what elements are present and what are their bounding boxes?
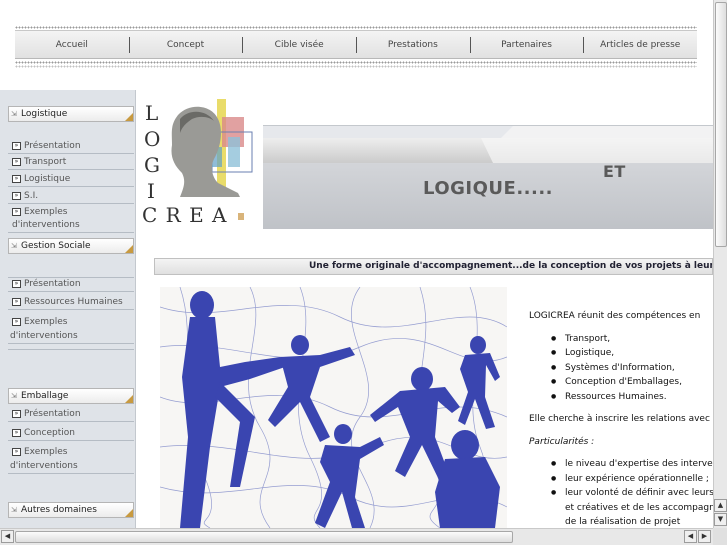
- nav-cible-visee[interactable]: Cible visée: [242, 31, 356, 58]
- arrow-box-icon: »: [12, 317, 21, 326]
- top-navigation: Accueil Concept Cible visée Prestations …: [15, 30, 697, 59]
- sidebar-item-emb-exemples-cont[interactable]: d'interventions: [8, 460, 134, 474]
- nav-concept[interactable]: Concept: [128, 31, 243, 58]
- arrow-box-icon: »: [12, 297, 21, 306]
- header-banner: LOGIQUE..... ET: [263, 125, 713, 229]
- sidebar-item-conception[interactable]: » Conception: [8, 427, 134, 441]
- particularites-label: Particularités :: [529, 436, 595, 447]
- sidebar-item-emb-exemples[interactable]: » Exemples: [8, 446, 134, 459]
- section-gestion-sociale[interactable]: Gestion Sociale: [8, 238, 134, 254]
- main-text: LOGICREA réunit des compétences en Trans…: [529, 309, 713, 528]
- arrow-box-icon: »: [12, 447, 21, 456]
- sidebar-divider: [8, 349, 134, 350]
- nav-prestations[interactable]: Prestations: [356, 31, 470, 58]
- continuation-line: de la réalisation de projet: [565, 517, 681, 527]
- vertical-scroll-thumb[interactable]: [715, 2, 727, 247]
- scroll-down-arrow-icon[interactable]: ▼: [714, 513, 727, 526]
- sidebar-item-si[interactable]: » S.I.: [8, 190, 134, 204]
- logicrea-logo[interactable]: L O G I C R E A: [140, 97, 262, 230]
- bottom-dotted-rule-2: [15, 65, 697, 68]
- relation-text: Elle cherche à inscrire les relations av…: [529, 414, 713, 424]
- arrow-box-icon: »: [12, 428, 21, 437]
- arrow-box-icon: »: [12, 279, 21, 288]
- arrow-box-icon: »: [12, 191, 21, 200]
- arrow-box-icon: »: [12, 207, 21, 216]
- scroll-left-arrow-icon-2[interactable]: ◀: [684, 530, 697, 543]
- intro-text: LOGICREA réunit des compétences en: [529, 311, 701, 321]
- competences-list: Transport, Logistique, Systèmes d'Inform…: [529, 332, 713, 405]
- scroll-left-arrow-icon[interactable]: ◀: [1, 530, 14, 543]
- sidebar-item-gs-exemples[interactable]: » Exemples: [8, 316, 134, 329]
- arrow-box-icon: »: [12, 157, 21, 166]
- arrow-box-icon: »: [12, 141, 21, 150]
- arrow-box-icon: »: [12, 409, 21, 418]
- horizontal-scrollbar[interactable]: ◀ ◀ ▶: [0, 528, 713, 545]
- list-item: Conception d'Emballages,: [529, 375, 713, 390]
- arrow-box-icon: »: [12, 174, 21, 183]
- bottom-dotted-rule: [15, 61, 697, 64]
- vertical-scrollbar[interactable]: ▲ ▼: [713, 0, 727, 528]
- scroll-right-arrow-icon[interactable]: ▶: [698, 530, 711, 543]
- sidebar-item-emb-presentation[interactable]: » Présentation: [8, 408, 134, 422]
- sidebar-item-gs-presentation[interactable]: » Présentation: [8, 277, 134, 292]
- list-item: Ressources Humaines.: [529, 390, 713, 405]
- continuation-line: et créatives et de les accompagne: [565, 502, 713, 513]
- sidebar-item-transport[interactable]: » Transport: [8, 156, 134, 170]
- section-emballage[interactable]: Emballage: [8, 388, 134, 404]
- sidebar-item-logistique-presentation[interactable]: » Présentation: [8, 140, 134, 154]
- section-autres-domaines[interactable]: Autres domaines: [8, 502, 134, 518]
- list-item: leur expérience opérationnelle ;: [529, 472, 713, 487]
- scrollbar-corner: [713, 528, 727, 545]
- tagline-bar: Une forme originale d'accompagnement...d…: [154, 258, 713, 275]
- nav-articles-de-presse[interactable]: Articles de presse: [583, 31, 697, 58]
- particularites-list: le niveau d'expertise des interven leur …: [529, 457, 713, 501]
- list-item: Logistique,: [529, 346, 713, 361]
- nav-accueil[interactable]: Accueil: [15, 31, 129, 58]
- horizontal-scroll-thumb[interactable]: [15, 531, 513, 543]
- sidebar-item-exemples-logistique[interactable]: » Exemples d'interventions: [8, 206, 134, 233]
- list-item: le niveau d'expertise des interven: [529, 457, 713, 472]
- list-item: Systèmes d'Information,: [529, 361, 713, 376]
- sidebar-item-ressources-humaines[interactable]: » Ressources Humaines: [8, 296, 134, 310]
- painting-dancers-image: [160, 287, 507, 528]
- sidebar-item-gs-exemples-cont[interactable]: d'interventions: [8, 330, 134, 344]
- section-logistique[interactable]: Logistique: [8, 106, 134, 122]
- dancers-figure-icon: [160, 287, 507, 528]
- scroll-up-arrow-icon[interactable]: ▲: [714, 499, 727, 512]
- list-item: leur volonté de définir avec leurs c: [529, 486, 713, 501]
- top-dotted-rule: [15, 26, 697, 29]
- sidebar-item-logistique[interactable]: » Logistique: [8, 173, 134, 187]
- browser-viewport: Accueil Concept Cible visée Prestations …: [0, 0, 713, 528]
- list-item: Transport,: [529, 332, 713, 347]
- nav-partenaires[interactable]: Partenaires: [469, 31, 584, 58]
